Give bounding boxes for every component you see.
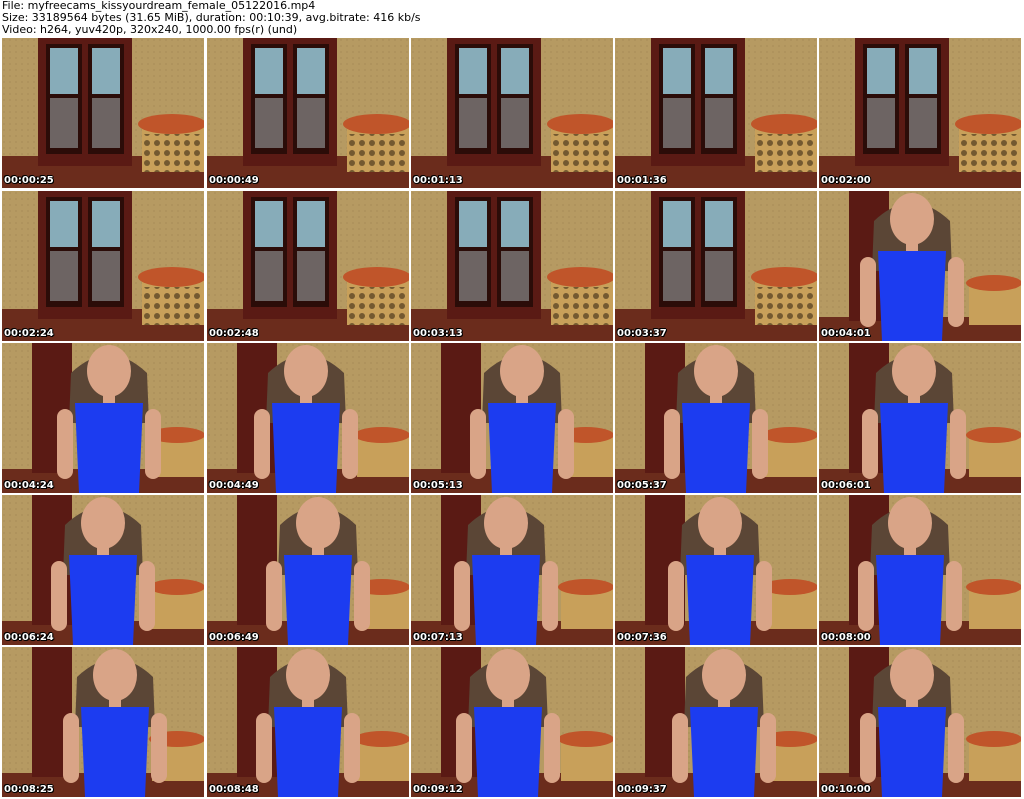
thumbnail-image <box>207 343 409 493</box>
thumbnail-frame: 00:05:13 <box>411 343 613 493</box>
thumbnail-frame: 00:07:36 <box>615 495 817 645</box>
thumbnail-timestamp: 00:00:49 <box>209 175 259 186</box>
thumbnail-image <box>615 38 817 188</box>
file-info-header: File: myfreecams_kissyourdream_female_05… <box>2 0 1022 38</box>
thumbnail-timestamp: 00:04:49 <box>209 480 259 491</box>
thumbnail-timestamp: 00:00:25 <box>4 175 54 186</box>
thumbnail-frame: 00:10:00 <box>819 647 1021 797</box>
thumbnail-timestamp: 00:06:24 <box>4 632 54 643</box>
thumbnail-timestamp: 00:02:00 <box>821 175 871 186</box>
thumbnail-image <box>2 191 204 341</box>
thumbnail-image <box>2 647 204 797</box>
thumbnail-timestamp: 00:01:36 <box>617 175 667 186</box>
thumbnail-image <box>2 343 204 493</box>
thumbnail-timestamp: 00:07:36 <box>617 632 667 643</box>
thumbnail-frame: 00:04:24 <box>2 343 204 493</box>
thumbnail-frame: 00:07:13 <box>411 495 613 645</box>
thumbnail-frame: 00:06:01 <box>819 343 1021 493</box>
thumbnail-image <box>819 343 1021 493</box>
thumbnail-frame: 00:06:49 <box>207 495 409 645</box>
thumbnail-timestamp: 00:06:49 <box>209 632 259 643</box>
thumbnail-image <box>207 647 409 797</box>
thumbnail-timestamp: 00:09:37 <box>617 784 667 795</box>
thumbnail-timestamp: 00:08:25 <box>4 784 54 795</box>
thumbnail-frame: 00:04:01 <box>819 191 1021 341</box>
thumbnail-image <box>411 343 613 493</box>
thumbnail-timestamp: 00:09:12 <box>413 784 463 795</box>
thumbnail-timestamp: 00:07:13 <box>413 632 463 643</box>
thumbnail-frame: 00:01:13 <box>411 38 613 188</box>
thumbnail-image <box>411 647 613 797</box>
thumbnail-frame: 00:09:12 <box>411 647 613 797</box>
thumbnail-frame: 00:01:36 <box>615 38 817 188</box>
thumbnail-timestamp: 00:08:00 <box>821 632 871 643</box>
thumbnail-timestamp: 00:08:48 <box>209 784 259 795</box>
thumbnail-timestamp: 00:06:01 <box>821 480 871 491</box>
thumbnail-image <box>819 38 1021 188</box>
thumbnail-frame: 00:03:13 <box>411 191 613 341</box>
thumbnail-image <box>615 495 817 645</box>
thumbnail-image <box>207 191 409 341</box>
thumbnail-frame: 00:04:49 <box>207 343 409 493</box>
thumbnail-frame: 00:08:25 <box>2 647 204 797</box>
thumbnail-frame: 00:02:48 <box>207 191 409 341</box>
thumbnail-frame: 00:08:48 <box>207 647 409 797</box>
thumbnail-image <box>819 495 1021 645</box>
thumbnail-image <box>615 647 817 797</box>
thumbnail-timestamp: 00:10:00 <box>821 784 871 795</box>
thumbnail-frame: 00:09:37 <box>615 647 817 797</box>
thumbnail-image <box>2 38 204 188</box>
thumbnail-image <box>207 38 409 188</box>
thumbnail-timestamp: 00:05:37 <box>617 480 667 491</box>
thumbnail-timestamp: 00:03:37 <box>617 328 667 339</box>
thumbnail-image <box>615 191 817 341</box>
thumbnail-timestamp: 00:02:24 <box>4 328 54 339</box>
thumbnail-timestamp: 00:05:13 <box>413 480 463 491</box>
thumbnail-frame: 00:03:37 <box>615 191 817 341</box>
thumbnail-timestamp: 00:02:48 <box>209 328 259 339</box>
thumbnail-frame: 00:00:49 <box>207 38 409 188</box>
thumbnail-image <box>411 38 613 188</box>
thumbnail-timestamp: 00:04:01 <box>821 328 871 339</box>
thumbnail-timestamp: 00:01:13 <box>413 175 463 186</box>
thumbnail-frame: 00:02:00 <box>819 38 1021 188</box>
thumbnail-image <box>411 191 613 341</box>
thumbnail-timestamp: 00:04:24 <box>4 480 54 491</box>
thumbnail-image <box>819 647 1021 797</box>
thumbnail-image <box>207 495 409 645</box>
thumbnail-frame: 00:02:24 <box>2 191 204 341</box>
thumbnail-image <box>819 191 1021 341</box>
thumbnail-frame: 00:00:25 <box>2 38 204 188</box>
thumbnail-frame: 00:06:24 <box>2 495 204 645</box>
thumbnail-image <box>615 343 817 493</box>
thumbnail-image <box>2 495 204 645</box>
thumbnail-timestamp: 00:03:13 <box>413 328 463 339</box>
thumbnail-image <box>411 495 613 645</box>
thumbnail-grid: 00:00:25 00:00:49 00:01:13 00:01:36 00:0… <box>0 38 1024 799</box>
video-info-line: Video: h264, yuv420p, 320x240, 1000.00 f… <box>2 23 298 36</box>
thumbnail-frame: 00:05:37 <box>615 343 817 493</box>
thumbnail-frame: 00:08:00 <box>819 495 1021 645</box>
